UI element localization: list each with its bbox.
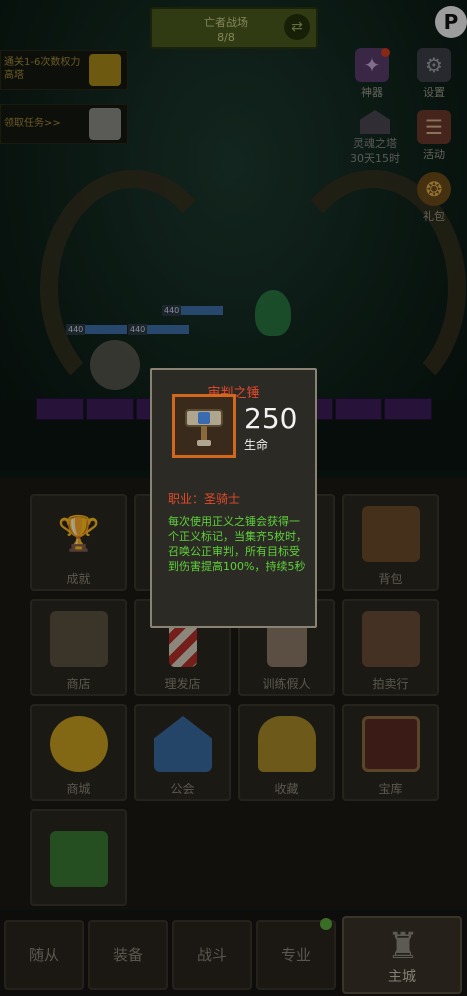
soul-tower-button[interactable]: 灵魂之塔 30天15时 — [340, 110, 410, 166]
bottom-nav: 随从 装备 战斗 专业 ♜ 主城 — [0, 912, 467, 996]
dragon-icon — [50, 831, 108, 887]
settings-button[interactable]: ⚙ 设置 — [410, 48, 458, 100]
tile-collection[interactable]: 收藏 — [238, 704, 335, 801]
scroll-icon: ☰ — [417, 110, 451, 144]
skill-slot — [334, 398, 383, 420]
soul-tower-label: 灵魂之塔 — [353, 137, 397, 150]
hammer-icon — [185, 409, 223, 446]
stat-value: 250 — [244, 402, 298, 435]
gavel-icon — [362, 611, 420, 667]
quest-panel[interactable]: 通关1-6次数权力高塔 — [0, 50, 128, 90]
tile-auction[interactable]: 拍卖行 — [342, 599, 439, 696]
tile-label: 背包 — [378, 572, 403, 586]
item-class-requirement: 职业：圣骑士 — [168, 492, 241, 506]
tile-label: 拍卖行 — [372, 677, 409, 691]
stage-title: 亡者战场 — [204, 16, 248, 29]
stage-progress: 8/8 — [217, 31, 235, 44]
artifact-label: 神器 — [361, 86, 383, 99]
tile-label: 公会 — [170, 782, 195, 796]
tab-main-city-label: 主城 — [388, 969, 416, 985]
swap-icon[interactable]: ⇄ — [284, 14, 310, 40]
backpack-icon — [362, 506, 420, 562]
tile-mall[interactable]: 商城 — [30, 704, 127, 801]
tile-label: 理发店 — [164, 677, 201, 691]
tile-label: 成就 — [66, 572, 91, 586]
chest-icon — [50, 611, 108, 667]
tower-icon — [360, 110, 390, 134]
item-tooltip: 审判之锤 250 生命 职业：圣骑士 每次使用正义之锤会获得一个正义标记，当集齐… — [150, 368, 317, 628]
tab-equipment[interactable]: 装备 — [88, 920, 168, 990]
notification-dot — [381, 48, 390, 57]
tab-followers[interactable]: 随从 — [4, 920, 84, 990]
activity-label: 活动 — [423, 148, 445, 161]
settings-label: 设置 — [423, 86, 445, 99]
quest-text: 通关1-6次数权力高塔 — [4, 57, 81, 81]
skill-slot — [85, 398, 134, 420]
tile-dragon[interactable] — [30, 809, 127, 906]
gear-icon: ⚙ — [417, 48, 451, 82]
stage-banner[interactable]: 亡者战场 8/8 ⇄ — [150, 7, 318, 49]
tab-battle[interactable]: 战斗 — [172, 920, 252, 990]
vault-icon — [362, 716, 420, 772]
tile-label: 商店 — [66, 677, 91, 691]
unit-hp-tag: 440 — [162, 305, 224, 316]
castle-icon: ♜ — [386, 926, 420, 967]
guild-hall-icon — [154, 716, 212, 772]
tile-label: 商城 — [66, 782, 91, 796]
helmet-icon — [258, 716, 316, 772]
tile-achievement[interactable]: 🏆 成就 — [30, 494, 127, 591]
hero-sprite — [90, 340, 140, 390]
coin-icon — [50, 716, 108, 772]
skill-slot — [36, 398, 84, 420]
item-description: 每次使用正义之锤会获得一个正义标记，当集齐5枚时，召唤公正审判，所有目标受到伤害… — [168, 515, 307, 573]
tile-backpack[interactable]: 背包 — [342, 494, 439, 591]
unit-hp-tag: 440 — [66, 324, 128, 335]
tile-label: 宝库 — [378, 782, 403, 796]
skill-slot — [384, 398, 432, 420]
scroll-icon — [89, 108, 121, 140]
quest-text: 领取任务>> — [4, 118, 61, 129]
green-flame — [255, 290, 291, 336]
item-frame — [172, 394, 236, 458]
notification-dot — [320, 918, 332, 930]
trophy-icon: 🏆 — [57, 514, 101, 554]
tile-vault[interactable]: 宝库 — [342, 704, 439, 801]
tab-main-city[interactable]: ♜ 主城 — [342, 916, 462, 994]
gift-label: 礼包 — [423, 210, 445, 223]
p-logo-icon[interactable]: P — [435, 6, 467, 38]
tile-label: 训练假人 — [262, 677, 311, 691]
tile-label: 收藏 — [274, 782, 299, 796]
stat-label: 生命 — [244, 438, 269, 452]
gift-button[interactable]: ❂ 礼包 — [410, 172, 458, 224]
artifact-button[interactable]: ✦ 神器 — [348, 48, 396, 100]
tile-guild[interactable]: 公会 — [134, 704, 231, 801]
tile-shop[interactable]: 商店 — [30, 599, 127, 696]
activity-button[interactable]: ☰ 活动 — [410, 110, 458, 162]
quest-panel[interactable]: 领取任务>> — [0, 104, 128, 144]
gift-icon: ❂ — [417, 172, 451, 206]
unit-hp-tag: 440 — [128, 324, 190, 335]
soul-tower-timer: 30天15时 — [350, 152, 400, 165]
trophy-icon — [89, 54, 121, 86]
tab-profession[interactable]: 专业 — [256, 920, 336, 990]
